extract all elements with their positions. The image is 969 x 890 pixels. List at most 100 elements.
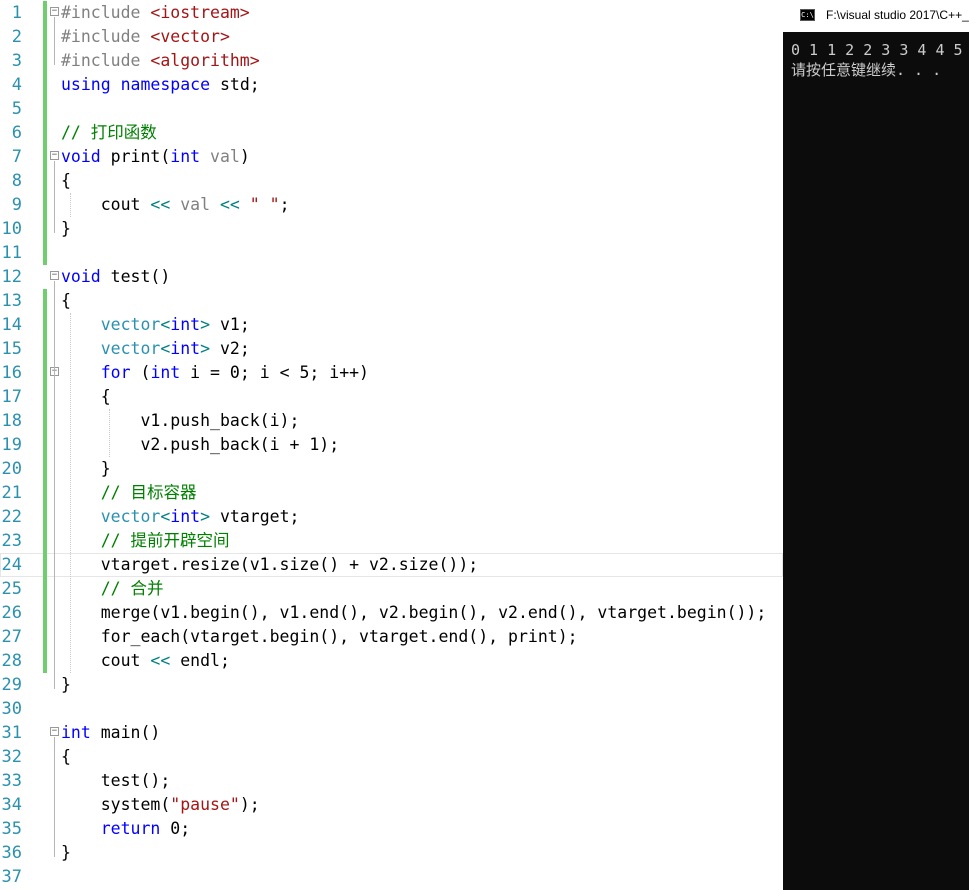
code-line[interactable]: 8{: [0, 169, 783, 193]
code-line[interactable]: 35 return 0;: [0, 817, 783, 841]
code-line[interactable]: 12 − void test(): [0, 265, 783, 289]
outline-bar: [54, 161, 55, 233]
change-marker: [43, 217, 47, 241]
code-line[interactable]: 24 vtarget.resize(v1.size() + v2.size())…: [0, 553, 783, 577]
code-line[interactable]: 16− for (int i = 0; i < 5; i++): [0, 361, 783, 385]
change-marker: [43, 529, 47, 553]
code-token: using: [61, 75, 111, 94]
line-number: 21: [1, 483, 22, 503]
code-line[interactable]: 9 cout << val << " ";: [0, 193, 783, 217]
code-line[interactable]: 13 {: [0, 289, 783, 313]
code-text: vector<int> v2;: [61, 337, 250, 361]
code-token: {: [61, 291, 71, 310]
code-line[interactable]: 18 v1.push_back(i);: [0, 409, 783, 433]
code-text: v1.push_back(i);: [61, 409, 299, 433]
code-line[interactable]: 11: [0, 241, 783, 265]
code-line[interactable]: 33 test();: [0, 769, 783, 793]
line-number: 5: [11, 99, 22, 119]
code-line[interactable]: 2 #include <vector>: [0, 25, 783, 49]
console-titlebar[interactable]: C:\ F:\visual studio 2017\C++_: [783, 0, 969, 32]
code-line[interactable]: 27 for_each(vtarget.begin(), vtarget.end…: [0, 625, 783, 649]
code-text: // 目标容器: [61, 481, 197, 505]
code-line[interactable]: 28 cout << endl;: [0, 649, 783, 673]
code-line[interactable]: 15 vector<int> v2;: [0, 337, 783, 361]
code-token: vector: [100, 315, 161, 334]
line-number: 28: [1, 651, 22, 671]
code-line[interactable]: 31 − int main(): [0, 721, 783, 745]
code-token: ): [239, 147, 250, 166]
code-line[interactable]: 37: [0, 865, 783, 889]
code-line[interactable]: 5: [0, 97, 783, 121]
code-line[interactable]: 19 v2.push_back(i + 1);: [0, 433, 783, 457]
code-line[interactable]: 29}: [0, 673, 783, 697]
code-token: v2.push_back(i + 1);: [61, 435, 340, 454]
code-line[interactable]: 10}: [0, 217, 783, 241]
code-token: system(: [61, 795, 171, 814]
collapse-icon[interactable]: −: [50, 7, 59, 16]
line-number: 3: [11, 51, 22, 71]
code-line[interactable]: 1 − #include <iostream>: [0, 1, 783, 25]
change-marker: [43, 577, 47, 601]
code-line[interactable]: 20 }: [0, 457, 783, 481]
code-text: #include <vector>: [61, 25, 230, 49]
line-number: 16: [1, 363, 22, 383]
code-line[interactable]: 7 − void print(int val): [0, 145, 783, 169]
code-token: int: [170, 147, 201, 166]
outline-bar: [54, 737, 55, 857]
change-marker: [43, 361, 47, 385]
code-line[interactable]: 14 vector<int> v1;: [0, 313, 783, 337]
code-editor[interactable]: 1− #include <iostream> 2 #include <vector> 3…: [0, 0, 783, 890]
code-line[interactable]: 6 // 打印函数: [0, 121, 783, 145]
code-line[interactable]: 30: [0, 697, 783, 721]
code-token: for_each(vtarget.begin(), vtarget.end(),…: [61, 627, 578, 646]
code-text: void test(): [61, 265, 170, 289]
code-line[interactable]: 21 // 目标容器: [0, 481, 783, 505]
line-number: 4: [11, 75, 22, 95]
code-text: vector<int> v1;: [61, 313, 250, 337]
code-text: {: [61, 169, 71, 193]
line-number: 34: [1, 795, 22, 815]
code-text: for (int i = 0; i < 5; i++): [61, 361, 369, 385]
code-token: <: [160, 315, 171, 334]
code-token: }: [61, 459, 111, 478]
code-token: val: [180, 195, 211, 214]
code-line[interactable]: 22 vector<int> vtarget;: [0, 505, 783, 529]
line-number: 2: [11, 27, 22, 47]
code-line[interactable]: 26 merge(v1.begin(), v1.end(), v2.begin(…: [0, 601, 783, 625]
line-number: 17: [1, 387, 22, 407]
change-marker: [43, 1, 47, 25]
code-line[interactable]: 3 #include <algorithm>: [0, 49, 783, 73]
indent-guide: [70, 313, 71, 673]
code-line[interactable]: 25 // 合并: [0, 577, 783, 601]
code-token: v1.push_back(i);: [61, 411, 300, 430]
code-token: {: [61, 747, 71, 766]
code-line[interactable]: 36}: [0, 841, 783, 865]
code-token: 0;: [160, 819, 191, 838]
change-marker: [43, 337, 47, 361]
change-marker: [43, 433, 47, 457]
collapse-icon[interactable]: −: [50, 271, 59, 280]
code-text: {: [61, 385, 111, 409]
code-token: int: [150, 363, 181, 382]
code-line[interactable]: 4 using namespace std;: [0, 73, 783, 97]
collapse-icon[interactable]: −: [50, 727, 59, 736]
code-token: return: [100, 819, 161, 838]
code-token: " ": [249, 195, 280, 214]
code-line[interactable]: 34 system("pause");: [0, 793, 783, 817]
change-marker: [43, 193, 47, 217]
line-number: 15: [1, 339, 22, 359]
collapse-icon[interactable]: −: [50, 151, 59, 160]
change-marker: [43, 49, 47, 73]
code-line[interactable]: 17 {: [0, 385, 783, 409]
code-line[interactable]: 32 {: [0, 745, 783, 769]
line-number: 23: [1, 531, 22, 551]
code-line[interactable]: 23 // 提前开辟空间: [0, 529, 783, 553]
code-token: #include: [61, 51, 151, 70]
console-window[interactable]: C:\ F:\visual studio 2017\C++_ 0 1 1 2 2…: [783, 0, 969, 890]
